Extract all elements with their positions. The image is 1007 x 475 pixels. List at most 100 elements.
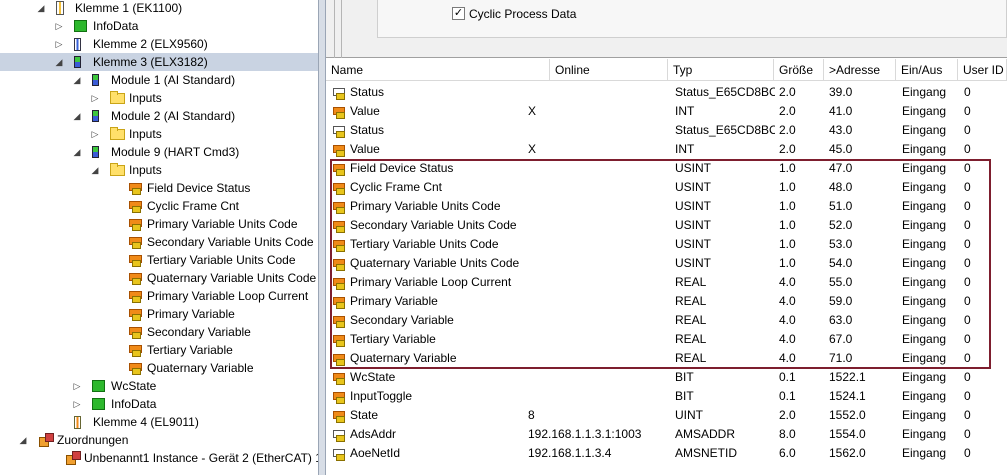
collapse-arrow-icon[interactable]: ◢ <box>72 110 82 122</box>
tree-node[interactable]: ▷ WcState <box>0 377 318 395</box>
cell-addr: 54.0 <box>829 256 853 270</box>
column-header[interactable]: Ein/Aus <box>896 59 958 81</box>
cell-uid: 0 <box>964 123 971 137</box>
tree-node[interactable]: Secondary Variable <box>0 323 318 341</box>
cell-size: 4.0 <box>779 313 796 327</box>
table-row[interactable]: Value X INT 2.0 45.0 Eingang 0 <box>326 140 1007 159</box>
tree-node[interactable]: ◢ Module 1 (AI Standard) <box>0 71 318 89</box>
cell-addr: 1562.0 <box>829 446 866 460</box>
table-row[interactable]: Quaternary Variable Units Code USINT 1.0 54… <box>326 254 1007 273</box>
table-row[interactable]: Tertiary Variable Units Code USINT 1.0 53.0… <box>326 235 1007 254</box>
tree-node[interactable]: ▷ InfoData <box>0 395 318 413</box>
column-header[interactable]: User ID <box>958 59 1007 81</box>
expand-arrow-icon[interactable]: ▷ <box>90 128 100 140</box>
tree-node[interactable]: Klemme 4 (EL9011) <box>0 413 318 431</box>
cell-addr: 48.0 <box>829 180 853 194</box>
table-row[interactable]: Secondary Variable REAL 4.0 63.0 Eingang 0 <box>326 311 1007 330</box>
variable-icon <box>128 254 142 267</box>
cell-name: Value <box>350 104 380 118</box>
cyclic-process-data-checkbox[interactable]: ✓ <box>452 7 465 20</box>
cell-name: WcState <box>350 370 396 384</box>
collapse-arrow-icon[interactable]: ◢ <box>72 74 82 86</box>
expand-arrow-icon[interactable]: ▷ <box>54 20 64 32</box>
module-icon <box>92 74 99 86</box>
cell-size: 1.0 <box>779 199 796 213</box>
expand-arrow-icon[interactable]: ▷ <box>90 92 100 104</box>
table-row[interactable]: Quaternary Variable REAL 4.0 71.0 Eingang 0 <box>326 349 1007 368</box>
collapse-arrow-icon[interactable]: ◢ <box>72 146 82 158</box>
variable-icon <box>332 125 346 138</box>
cell-addr: 67.0 <box>829 332 853 346</box>
tree-node[interactable]: Secondary Variable Units Code <box>0 233 318 251</box>
cell-name: Status <box>350 123 385 137</box>
tree-node[interactable]: ▷ Inputs <box>0 89 318 107</box>
table-row[interactable]: Primary Variable Loop Current REAL 4.0 55.0… <box>326 273 1007 292</box>
tree-node[interactable]: ◢ Klemme 3 (ELX3182) <box>0 53 318 71</box>
tree-node[interactable]: Tertiary Variable Units Code <box>0 251 318 269</box>
table-row[interactable]: Status Status_E65CD8BC 2.0 39.0 Eingang 0 <box>326 83 1007 102</box>
variable-icon <box>128 218 142 231</box>
tree-node[interactable]: ◢ Module 2 (AI Standard) <box>0 107 318 125</box>
cell-size: 0.1 <box>779 389 796 403</box>
tree-node[interactable]: ▷ InfoData <box>0 17 318 35</box>
infodata-icon <box>74 20 87 32</box>
table-row[interactable]: Secondary Variable Units Code USINT 1.0 52.… <box>326 216 1007 235</box>
pane-splitter[interactable] <box>318 0 326 475</box>
cell-io: Eingang <box>902 408 947 422</box>
tree-node[interactable]: Primary Variable Loop Current <box>0 287 318 305</box>
cell-typ: Status_E65CD8BC <box>675 123 775 137</box>
tree-node[interactable]: ◢ Inputs <box>0 161 318 179</box>
tree-node-label: Tertiary Variable Units Code <box>147 253 296 267</box>
expand-arrow-icon[interactable]: ▷ <box>72 398 82 410</box>
column-header[interactable]: Größe <box>774 59 824 81</box>
cell-online <box>528 216 668 235</box>
tree-node[interactable]: ◢ Zuordnungen <box>0 431 318 449</box>
tree-node[interactable]: ◢ Module 9 (HART Cmd3) <box>0 143 318 161</box>
tree-node[interactable]: ◢ Klemme 1 (EK1100) <box>0 0 318 17</box>
column-header[interactable]: Typ <box>668 59 774 81</box>
table-row[interactable]: Primary Variable REAL 4.0 59.0 Eingang 0 <box>326 292 1007 311</box>
tree-node[interactable]: Unbenannt1 Instance - Gerät 2 (EtherCAT)… <box>0 449 318 467</box>
table-row[interactable]: AoeNetId 192.168.1.1.3.4 AMSNETID 6.0 1562.0… <box>326 444 1007 463</box>
cell-name: Tertiary Variable <box>350 332 436 346</box>
column-header[interactable]: Name <box>326 59 550 81</box>
tree-node[interactable]: Primary Variable <box>0 305 318 323</box>
tree-node-label: Secondary Variable Units Code <box>147 235 314 249</box>
tree-node[interactable]: ▷ Klemme 2 (ELX9560) <box>0 35 318 53</box>
collapse-arrow-icon[interactable]: ◢ <box>90 164 100 176</box>
cell-size: 4.0 <box>779 332 796 346</box>
cell-uid: 0 <box>964 427 971 441</box>
column-header[interactable]: >Adresse <box>824 59 896 81</box>
cell-addr: 1552.0 <box>829 408 866 422</box>
tree-node[interactable]: Quaternary Variable Units Code <box>0 269 318 287</box>
column-header[interactable]: Online <box>550 59 668 81</box>
table-row[interactable]: Field Device Status USINT 1.0 47.0 Eingang 0 <box>326 159 1007 178</box>
cell-name: Quaternary Variable <box>350 351 457 365</box>
expand-arrow-icon[interactable]: ▷ <box>72 380 82 392</box>
cell-size: 1.0 <box>779 218 796 232</box>
table-row[interactable]: AdsAddr 192.168.1.1.3.1:1003 AMSADDR 8.0 155… <box>326 425 1007 444</box>
collapse-arrow-icon[interactable]: ◢ <box>36 2 46 14</box>
collapse-arrow-icon[interactable]: ◢ <box>54 56 64 68</box>
table-row[interactable]: Primary Variable Units Code USINT 1.0 51.0 E… <box>326 197 1007 216</box>
tree-node[interactable]: Tertiary Variable <box>0 341 318 359</box>
table-row[interactable]: Value X INT 2.0 41.0 Eingang 0 <box>326 102 1007 121</box>
variable-icon <box>128 308 142 321</box>
table-row[interactable]: Tertiary Variable REAL 4.0 67.0 Eingang 0 <box>326 330 1007 349</box>
tree-node[interactable]: ▷ Inputs <box>0 125 318 143</box>
tree-node[interactable]: Field Device Status <box>0 179 318 197</box>
table-row[interactable]: State 8 UINT 2.0 1552.0 Eingang 0 <box>326 406 1007 425</box>
tree-node[interactable]: Primary Variable Units Code <box>0 215 318 233</box>
cell-uid: 0 <box>964 370 971 384</box>
table-row[interactable]: WcState BIT 0.1 1522.1 Eingang 0 <box>326 368 1007 387</box>
table-row[interactable]: Cyclic Frame Cnt USINT 1.0 48.0 Eingang 0 <box>326 178 1007 197</box>
tree-node[interactable]: Cyclic Frame Cnt <box>0 197 318 215</box>
table-row[interactable]: Status Status_E65CD8BC 2.0 43.0 Eingang 0 <box>326 121 1007 140</box>
table-row[interactable]: InputToggle BIT 0.1 1524.1 Eingang 0 <box>326 387 1007 406</box>
cell-size: 2.0 <box>779 104 796 118</box>
tree-node[interactable]: Quaternary Variable <box>0 359 318 377</box>
cell-uid: 0 <box>964 446 971 460</box>
collapse-arrow-icon[interactable]: ◢ <box>18 434 28 446</box>
expand-arrow-icon[interactable]: ▷ <box>54 38 64 50</box>
cell-size: 2.0 <box>779 123 796 137</box>
